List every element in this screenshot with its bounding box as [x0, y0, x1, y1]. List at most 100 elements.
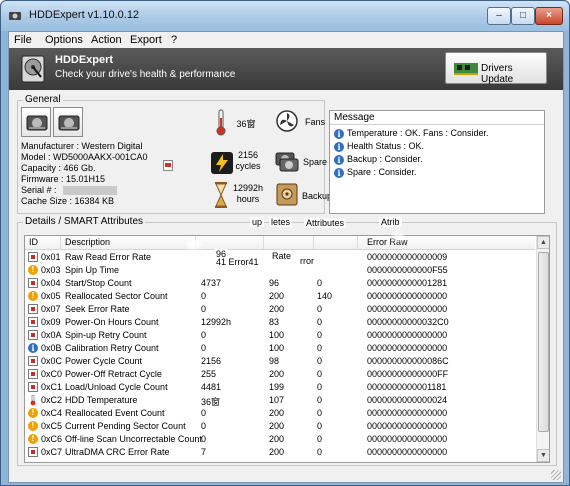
message-column-header[interactable]: Message [330, 111, 544, 125]
menu-help[interactable]: ? [171, 34, 177, 46]
smart-attributes-table[interactable]: ID Description Error Raw 0x01 Raw Read Er… [24, 235, 550, 463]
menu-export[interactable]: Export [130, 34, 162, 46]
column-separator[interactable] [60, 236, 61, 249]
fan-icon [276, 110, 298, 132]
table-row[interactable]: 0x0C Power Cycle Count 2156 98 0 000000000000… [25, 355, 535, 368]
cell-raw: 0000000000000000 [367, 330, 448, 340]
cell-raw: 0000000000000000 [367, 304, 448, 314]
cell-description: Power-On Hours Count [65, 317, 159, 327]
cell-worst: 107 [269, 395, 285, 405]
cell-current: 0 [201, 291, 207, 301]
minimize-button[interactable]: – [487, 7, 511, 25]
info-icon: i [28, 343, 38, 353]
message-text: Spare : Consider. [347, 167, 417, 177]
cell-threshold: 0 [317, 434, 323, 444]
table-row[interactable]: i 0x0B Calibration Retry Count 0 100 0 0000000… [25, 342, 535, 355]
drivers-update-label: Drivers Update [481, 63, 514, 85]
menu-bar: File Options Action Export ? [9, 32, 563, 48]
drivers-update-button[interactable]: Drivers Update [445, 52, 547, 85]
drive-select-button[interactable] [53, 107, 83, 137]
cell-description: Reallocated Event Count [65, 408, 165, 418]
table-row[interactable]: ! 0xC6 Off-line Scan Uncorrectable Count 0 2… [25, 433, 535, 446]
cell-description: Spin-up Retry Count [65, 330, 147, 340]
table-row[interactable]: 0x09 Power-On Hours Count 12992h 83 0 0000000… [25, 316, 535, 329]
table-row[interactable]: 0x04 Start/Stop Count 4737 96 0 0000000000001… [25, 277, 535, 290]
cell-worst: 100 [269, 330, 285, 340]
smart-group-title: Details / SMART Attributes [23, 216, 146, 227]
table-row[interactable]: ! 0xC5 Current Pending Sector Count 0 200 0 00… [25, 420, 535, 433]
table-row[interactable]: 0x0A Spin-up Retry Count 0 100 0 000000000000… [25, 329, 535, 342]
spare-drives-icon [275, 152, 299, 172]
cell-worst: 200 [269, 369, 285, 379]
cell-id: 0x07 [41, 304, 61, 314]
cell-threshold: 0 [317, 382, 323, 392]
cell-current: 255 [201, 369, 217, 379]
table-row[interactable]: 0xC2 HDD Temperature 36窗 107 0 00000000000000… [25, 394, 535, 407]
cell-worst: 200 [269, 421, 285, 431]
table-row[interactable]: 0xC7 UltraDMA CRC Error Rate 7 200 0 00000000… [25, 446, 535, 459]
status-check-icon [28, 330, 38, 340]
column-header-id[interactable]: ID [29, 237, 38, 247]
circuit-board-icon [454, 63, 478, 75]
cell-id: 0xC0 [41, 369, 63, 379]
status-check-icon [28, 369, 38, 379]
cell-current: 0 [201, 343, 207, 353]
close-button[interactable]: × [535, 7, 563, 25]
cell-raw: 0000000000001281 [367, 278, 448, 288]
cell-worst: 100 [269, 343, 285, 353]
scroll-up-button[interactable]: ▲ [537, 236, 549, 249]
message-item[interactable]: i Backup : Consider. [334, 154, 423, 165]
cell-description: Power Cycle Count [65, 356, 143, 366]
resize-grip[interactable] [551, 470, 561, 480]
cycles-value: 2156 [237, 150, 259, 160]
title-bar[interactable]: HDDExpert v1.10.0.12 – □ × [1, 1, 569, 31]
scroll-down-button[interactable]: ▼ [537, 449, 549, 462]
cell-worst: 96 [269, 278, 280, 288]
column-separator[interactable] [313, 236, 314, 249]
client-area: File Options Action Export ? HDDExpert C… [8, 31, 564, 483]
maximize-button[interactable]: □ [511, 7, 535, 25]
drive-info-button[interactable] [21, 107, 51, 137]
cell-worst: 200 [269, 291, 285, 301]
column-separator[interactable] [263, 236, 264, 249]
backup-label: Backup [302, 191, 333, 201]
pdf-icon[interactable] [163, 160, 173, 171]
menu-action[interactable]: Action [91, 34, 122, 46]
cell-raw: 0000000000000009 [367, 252, 448, 262]
message-item[interactable]: i Health Status : OK. [334, 141, 424, 152]
cell-description: Load/Unload Cycle Count [65, 382, 168, 392]
cell-threshold: 0 [317, 343, 323, 353]
menu-file[interactable]: File [14, 34, 32, 46]
cell-raw: 0000000000000000 [367, 408, 448, 418]
cell-threshold: 0 [317, 408, 323, 418]
table-row[interactable]: ! 0x05 Reallocated Sector Count 0 200 140 0000… [25, 290, 535, 303]
status-check-icon [28, 278, 38, 288]
message-item[interactable]: i Temperature : OK. Fans : Consider. [334, 128, 489, 139]
table-row[interactable]: 0xC0 Power-Off Retract Cycle 255 200 0 000000… [25, 368, 535, 381]
serial-redacted [62, 186, 117, 196]
vertical-scrollbar[interactable]: ▲ ▼ [536, 236, 549, 462]
cell-description: Seek Error Rate [65, 304, 130, 314]
table-row[interactable]: ! 0x03 Spin Up Time 0000000000000F55 [25, 264, 535, 277]
table-row[interactable]: 0x07 Seek Error Rate 0 200 0 0000000000000000 [25, 303, 535, 316]
table-row[interactable]: ! 0xC4 Reallocated Event Count 0 200 0 0000000… [25, 407, 535, 420]
cell-raw: 0000000000000000 [367, 447, 448, 457]
column-header-description[interactable]: Description [65, 237, 110, 247]
column-separator[interactable] [357, 236, 358, 249]
cell-current: 0 [201, 421, 207, 431]
cell-current: 0 [201, 304, 207, 314]
cell-id: 0xC2 [41, 395, 63, 405]
table-row[interactable]: 0xC1 Load/Unload Cycle Count 4481 199 0 00000… [25, 381, 535, 394]
message-list[interactable]: Message i Temperature : OK. Fans : Consid… [329, 110, 545, 214]
menu-options[interactable]: Options [45, 34, 83, 46]
cell-description: Off-line Scan Uncorrectable Count [65, 434, 202, 444]
hours-label: hours [236, 194, 260, 204]
cell-threshold: 0 [317, 421, 323, 431]
scroll-thumb[interactable] [538, 252, 549, 432]
cell-raw: 000000000000086C [367, 356, 449, 366]
cell-raw: 0000000000000000 [367, 434, 448, 444]
cell-threshold: 0 [317, 369, 323, 379]
cell-raw: 00000000000032C0 [367, 317, 449, 327]
cell-current: 2156 [201, 356, 222, 366]
message-item[interactable]: i Spare : Consider. [334, 167, 417, 178]
